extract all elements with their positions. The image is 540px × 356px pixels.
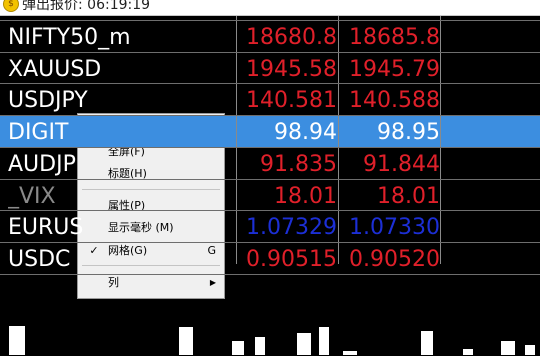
bid-cell: 18.01 bbox=[274, 183, 337, 209]
quote-row[interactable]: _VIX 18.01 18.01 bbox=[0, 180, 540, 211]
ask-cell: 0.90520 bbox=[349, 246, 440, 272]
symbol-cell: NIFTY50_m bbox=[8, 25, 131, 50]
ask-cell: 1.07330 bbox=[349, 215, 440, 241]
grid-line bbox=[236, 16, 237, 264]
submenu-arrow-icon: ▶ bbox=[209, 278, 216, 287]
grid-line bbox=[0, 242, 540, 243]
bid-cell: 0.90515 bbox=[246, 246, 337, 272]
candle-bar bbox=[254, 336, 266, 356]
grid-line bbox=[338, 16, 339, 264]
quote-row[interactable]: XAUUSD 1945.58 1945.79 bbox=[0, 53, 540, 84]
grid-line bbox=[0, 210, 540, 211]
candle-bar bbox=[420, 330, 434, 356]
quote-row[interactable]: USDC 0.90515 0.90520 bbox=[0, 243, 540, 274]
title-bar: $ 弹出报价: 06:19:19 bbox=[0, 0, 540, 16]
bid-cell: 1945.58 bbox=[246, 56, 337, 82]
grid-line bbox=[0, 83, 540, 84]
bid-cell: 91.835 bbox=[260, 151, 337, 177]
symbol-cell: USDJPY bbox=[8, 88, 88, 114]
grid-line bbox=[0, 147, 540, 148]
candle-bar bbox=[296, 332, 312, 356]
grid-line bbox=[0, 52, 540, 53]
quote-row[interactable]: EURUS 1.07329 1.07330 bbox=[0, 211, 540, 242]
ask-cell: 1945.79 bbox=[349, 56, 440, 82]
menu-item-label: 列 bbox=[108, 276, 119, 289]
quote-row[interactable]: DIGIT 98.94 98.95 bbox=[0, 116, 540, 148]
grid-line bbox=[0, 115, 540, 116]
quote-row[interactable]: NIFTY50_m 18680.8 18685.8 bbox=[0, 21, 540, 52]
window-title: 弹出报价: 06:19:19 bbox=[22, 0, 151, 13]
menu-item[interactable]: 列 ▶ bbox=[78, 272, 224, 294]
grid-line bbox=[440, 16, 441, 264]
quote-row[interactable]: USDJPY 140.581 140.588 bbox=[0, 84, 540, 115]
bid-cell: 140.581 bbox=[246, 88, 337, 114]
grid-line bbox=[0, 274, 540, 275]
candle-bar bbox=[178, 326, 194, 356]
grid-line bbox=[0, 20, 540, 21]
ask-cell: 18.01 bbox=[377, 183, 440, 209]
symbol-cell: USDC bbox=[8, 246, 71, 272]
bid-cell: 18680.8 bbox=[246, 25, 337, 50]
symbol-cell: EURUS bbox=[8, 215, 84, 241]
candle-bar bbox=[524, 344, 536, 356]
candle-bar bbox=[318, 326, 330, 356]
grid-line bbox=[0, 179, 540, 180]
bid-cell: 98.94 bbox=[274, 120, 337, 146]
ask-cell: 18685.8 bbox=[349, 25, 440, 50]
ask-cell: 140.588 bbox=[349, 88, 440, 114]
coin-icon: $ bbox=[3, 0, 19, 12]
symbol-cell: _VIX bbox=[8, 183, 56, 209]
candle-bar bbox=[462, 348, 474, 356]
bid-cell: 1.07329 bbox=[246, 215, 337, 241]
quote-row[interactable]: AUDJP 91.835 91.844 bbox=[0, 148, 540, 179]
symbol-cell: AUDJP bbox=[8, 151, 76, 177]
candle-bar bbox=[342, 350, 358, 356]
candle-bar bbox=[8, 325, 26, 356]
ask-cell: 98.95 bbox=[377, 120, 440, 146]
symbol-cell: XAUUSD bbox=[8, 56, 102, 82]
ask-cell: 91.844 bbox=[363, 151, 440, 177]
symbol-cell: DIGIT bbox=[8, 120, 69, 146]
